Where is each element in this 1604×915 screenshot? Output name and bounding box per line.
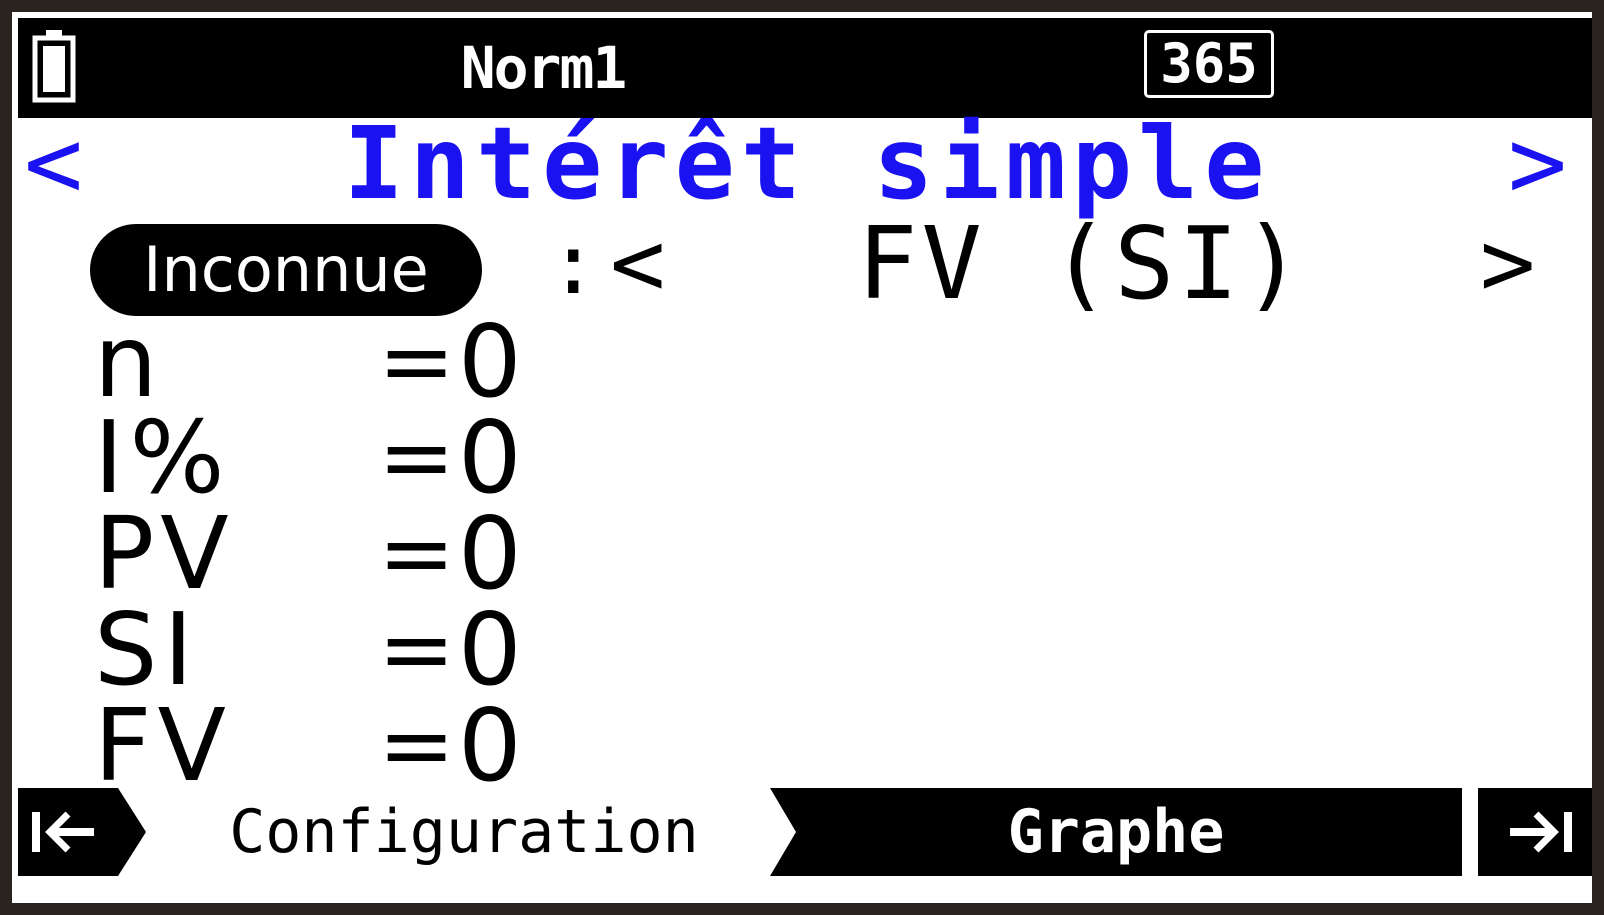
title-row: < Intérêt simple > [12,105,1592,222]
variable-value[interactable]: 0 [458,312,522,412]
tab-divider [1462,788,1478,876]
variable-name: n [94,303,164,420]
unknown-selector-row: Inconnue : < FV (SI) > [12,214,1592,316]
tab-graph[interactable]: Graphe [770,788,1462,876]
variable-row-fv[interactable]: FV = 0 [12,687,1592,804]
next-page-arrow[interactable]: > [1508,115,1567,213]
variable-name: SI [94,591,199,708]
variable-row-si[interactable]: SI = 0 [12,591,1592,708]
jump-right-icon [1510,811,1572,853]
equals-sign: = [378,500,456,607]
calculator-screen: Norm1 365 < Intérêt simple > Inconnue : … [0,0,1604,915]
variable-value[interactable]: 0 [458,600,522,700]
unknown-separator: : [548,215,599,313]
equals-sign: = [378,596,456,703]
function-bar: Configuration Graphe [18,788,1592,876]
jump-right-button[interactable] [1478,788,1592,876]
prev-page-arrow[interactable]: < [24,115,83,213]
unknown-next-arrow[interactable]: > [1480,216,1535,312]
jump-left-icon [32,811,94,853]
equals-sign: = [378,404,456,511]
page-title: Intérêt simple [343,105,1271,222]
variable-name: FV [94,687,232,804]
variable-value[interactable]: 0 [458,408,522,508]
variable-row-i-percent[interactable]: I% = 0 [12,399,1592,516]
battery-icon [32,30,76,103]
variable-row-n[interactable]: n = 0 [12,303,1592,420]
variable-row-pv[interactable]: PV = 0 [12,495,1592,612]
angle-mode-label: Norm1 [460,34,628,102]
unknown-prev-arrow[interactable]: < [610,216,665,312]
variable-name: I% [94,399,231,516]
variable-value[interactable]: 0 [458,696,522,796]
days-badge: 365 [1144,30,1274,98]
status-bar: Norm1 365 [18,18,1592,118]
unknown-value-selector[interactable]: FV (SI) [702,214,1462,314]
equals-sign: = [378,692,456,799]
variable-value[interactable]: 0 [458,504,522,604]
equals-sign: = [378,308,456,415]
variable-list: n = 0 I% = 0 PV = 0 SI = 0 FV = 0 [12,303,1592,804]
variable-name: PV [94,495,235,612]
tab-configuration[interactable]: Configuration [146,788,782,876]
